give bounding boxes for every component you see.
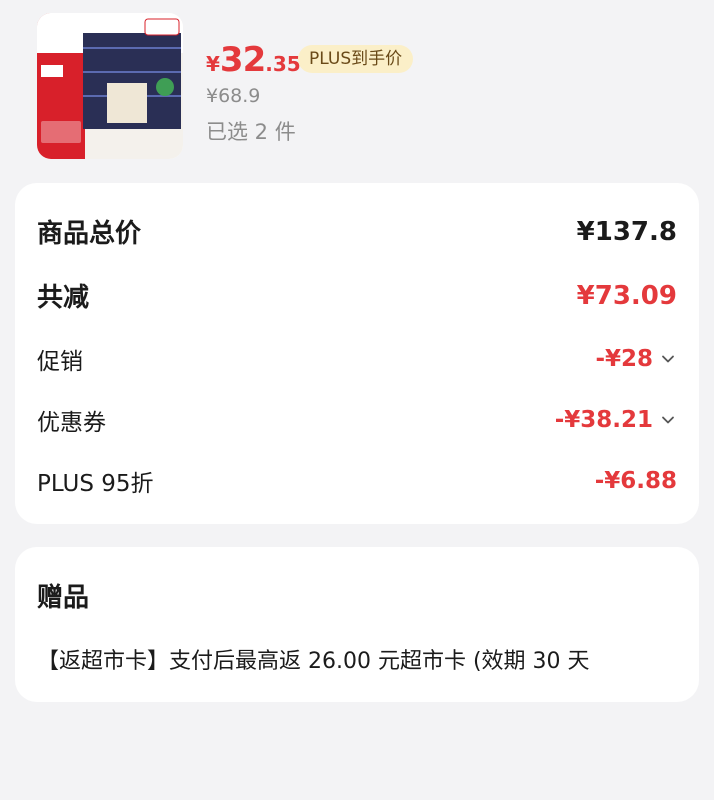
original-price: ¥68.9 [206, 85, 261, 107]
chevron-down-icon[interactable] [659, 411, 677, 429]
coupon-value: -¥38.21 [554, 407, 653, 433]
gift-description: 【返超市卡】支付后最高返 26.00 元超市卡 (效期 30 天 [37, 649, 590, 674]
price-summary-card: 商品总价 ¥137.8 共减 ¥73.09 促销 -¥28 优惠券 -¥38.2… [15, 183, 699, 524]
total-discount-label: 共减 [37, 283, 90, 313]
price-integer: 32 [219, 40, 266, 80]
total-price-row: 商品总价 ¥137.8 [37, 213, 677, 250]
product-header: ¥ 32 .35 PLUS到手价 ¥68.9 已选 2 件 [0, 0, 714, 170]
coupon-value-group[interactable]: -¥38.21 [555, 407, 677, 433]
gift-card: 赠品 【返超市卡】支付后最高返 26.00 元超市卡 (效期 30 天 [15, 547, 699, 702]
plus-discount-label: PLUS 95折 [37, 471, 154, 497]
promotion-label: 促销 [37, 349, 83, 375]
plus-discount-value: -¥6.88 [594, 468, 677, 494]
gift-title: 赠品 [37, 583, 90, 613]
chevron-down-icon[interactable] [659, 350, 677, 368]
total-price-value: ¥137.8 [576, 216, 677, 247]
current-price: ¥ 32 .35 [206, 40, 301, 80]
price-decimal: .35 [265, 52, 301, 76]
coupon-label: 优惠券 [37, 410, 106, 436]
plus-discount-row: PLUS 95折 -¥6.88 [37, 464, 677, 498]
product-image [37, 13, 183, 159]
price-currency: ¥ [206, 52, 220, 76]
promotion-value-group[interactable]: -¥28 [595, 346, 677, 372]
promotion-value: -¥28 [595, 346, 653, 372]
total-price-label: 商品总价 [37, 219, 142, 249]
total-discount-row: 共减 ¥73.09 [37, 277, 677, 314]
promotion-row[interactable]: 促销 -¥28 [37, 342, 677, 376]
product-thumbnail[interactable] [37, 13, 183, 159]
coupon-row[interactable]: 优惠券 -¥38.21 [37, 403, 677, 437]
total-discount-value: ¥73.09 [576, 280, 677, 311]
selected-count: 已选 2 件 [206, 120, 296, 144]
plus-price-badge: PLUS到手价 [298, 45, 414, 73]
